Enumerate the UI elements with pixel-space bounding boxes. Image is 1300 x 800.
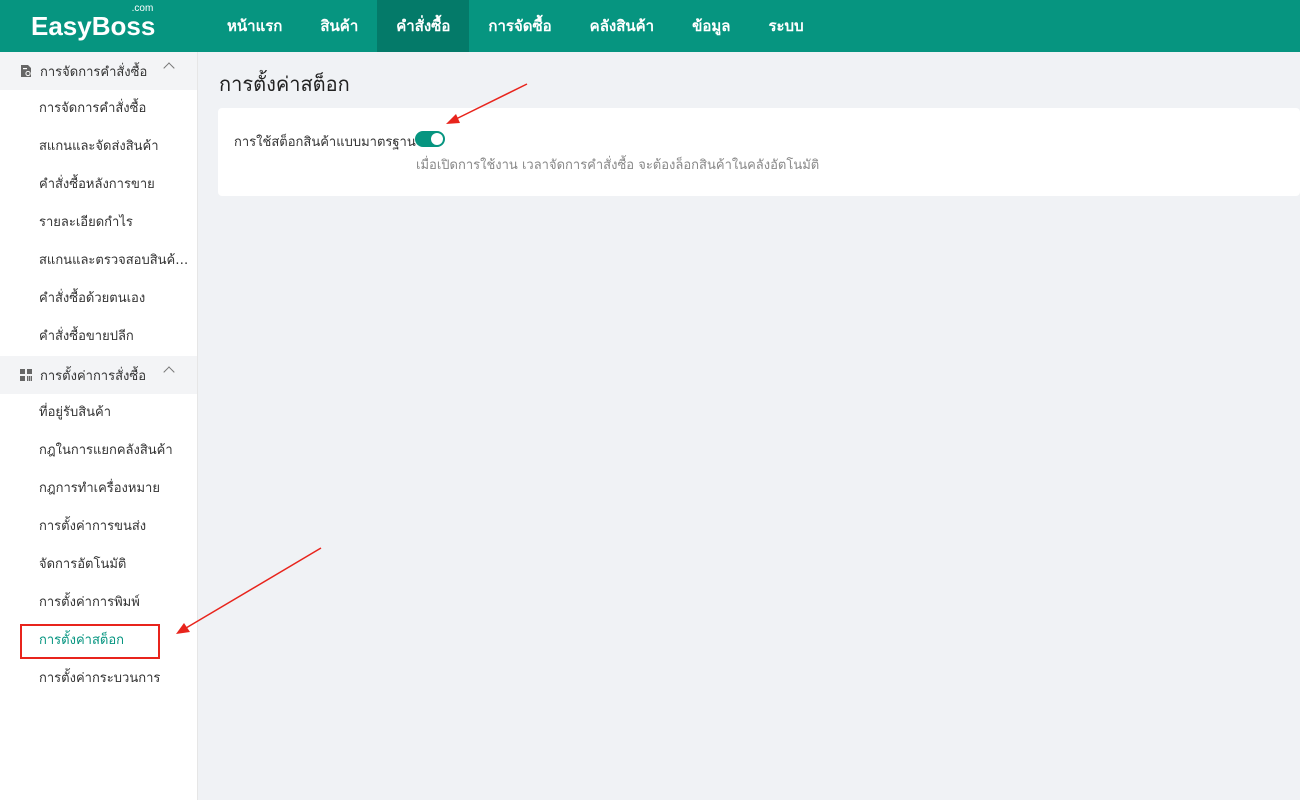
toggle-knob bbox=[431, 133, 443, 145]
sidebar-item-retail-orders[interactable]: คำสั่งซื้อขายปลีก bbox=[0, 318, 189, 356]
logo-text: EasyBoss bbox=[31, 11, 156, 41]
sidebar-group-order-management[interactable]: การจัดการคำสั่งซื้อ bbox=[0, 52, 197, 90]
sidebar-group-order-settings[interactable]: การตั้งค่าการสั่งซื้อ bbox=[0, 356, 197, 394]
standard-stock-toggle[interactable] bbox=[415, 131, 445, 147]
nav-item-data[interactable]: ข้อมูล bbox=[673, 0, 749, 52]
nav-item-orders[interactable]: คำสั่งซื้อ bbox=[377, 0, 470, 52]
sidebar-item-after-sales[interactable]: คำสั่งซื้อหลังการขาย bbox=[0, 166, 189, 204]
standard-stock-help-text: เมื่อเปิดการใช้งาน เวลาจัดการคำสั่งซื้อ … bbox=[416, 158, 820, 173]
sidebar: การจัดการคำสั่งซื้อ การจัดการคำสั่งซื้อ … bbox=[0, 52, 198, 800]
sidebar-item-marking-rules[interactable]: กฎการทำเครื่องหมาย bbox=[0, 470, 189, 508]
sidebar-item-shipping-settings[interactable]: การตั้งค่าการขนส่ง bbox=[0, 508, 189, 546]
sidebar-item-scan-verify[interactable]: สแกนและตรวจสอบสินค้าก่อนส่ง bbox=[0, 242, 189, 280]
nav-item-products[interactable]: สินค้า bbox=[301, 0, 377, 52]
nav-item-home[interactable]: หน้าแรก bbox=[208, 0, 301, 52]
chevron-up-icon[interactable] bbox=[163, 366, 175, 378]
nav-item-warehouse[interactable]: คลังสินค้า bbox=[571, 0, 673, 52]
sidebar-item-order-management[interactable]: การจัดการคำสั่งซื้อ bbox=[0, 90, 189, 128]
sidebar-item-scan-ship[interactable]: สแกนและจัดส่งสินค้า bbox=[0, 128, 189, 166]
sidebar-item-receiving-address[interactable]: ที่อยู่รับสินค้า bbox=[0, 394, 189, 432]
sidebar-item-print-settings[interactable]: การตั้งค่าการพิมพ์ bbox=[0, 584, 189, 622]
order-document-icon bbox=[21, 65, 31, 77]
nav-item-system[interactable]: ระบบ bbox=[749, 0, 822, 52]
logo[interactable]: EasyBoss .com bbox=[31, 3, 156, 42]
settings-card: การใช้สต็อกสินค้าแบบมาตรฐาน เมื่อเปิดการ… bbox=[218, 108, 1300, 196]
main-nav: หน้าแรก สินค้า คำสั่งซื้อ การจัดซื้อ คลั… bbox=[208, 0, 823, 52]
nav-item-purchasing[interactable]: การจัดซื้อ bbox=[469, 0, 570, 52]
sidebar-item-process-settings[interactable]: การตั้งค่ากระบวนการ bbox=[0, 660, 189, 698]
standard-stock-label: การใช้สต็อกสินค้าแบบมาตรฐาน bbox=[234, 135, 416, 150]
sidebar-item-stock-settings[interactable]: การตั้งค่าสต็อก bbox=[0, 622, 189, 660]
sidebar-item-profit-details[interactable]: รายละเอียดกำไร bbox=[0, 204, 189, 242]
sidebar-item-manual-orders[interactable]: คำสั่งซื้อด้วยตนเอง bbox=[0, 280, 189, 318]
logo-suffix: .com bbox=[131, 3, 154, 14]
grid-settings-icon bbox=[20, 369, 32, 381]
sidebar-item-automation[interactable]: จัดการอัตโนมัติ bbox=[0, 546, 189, 584]
chevron-up-icon[interactable] bbox=[163, 62, 175, 74]
page-title: การตั้งค่าสต็อก bbox=[219, 72, 350, 96]
sidebar-item-warehouse-split-rules[interactable]: กฎในการแยกคลังสินค้า bbox=[0, 432, 189, 470]
top-navigation-bar: EasyBoss .com หน้าแรก สินค้า คำสั่งซื้อ … bbox=[0, 0, 1300, 52]
sidebar-group-title: การตั้งค่าการสั่งซื้อ bbox=[40, 368, 147, 384]
sidebar-group-title: การจัดการคำสั่งซื้อ bbox=[40, 64, 148, 80]
